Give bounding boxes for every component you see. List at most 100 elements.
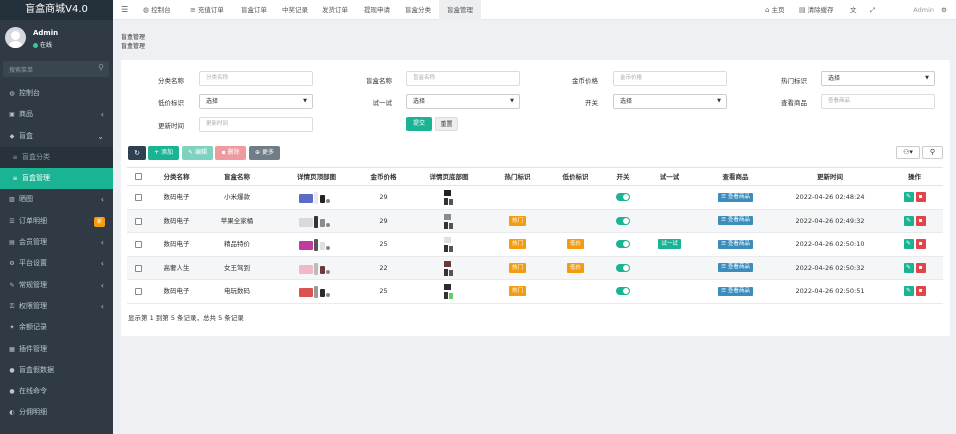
bottom-image-thumbnail[interactable] xyxy=(441,260,457,278)
delete-button[interactable]: ▪ 删除 xyxy=(215,146,246,160)
tab-shipping-orders[interactable]: 发货订单 xyxy=(322,0,348,20)
fullscreen-icon[interactable]: ⤢ xyxy=(870,0,875,20)
col-time[interactable]: 更新时间 xyxy=(773,168,887,186)
col-price[interactable]: 金币价格 xyxy=(358,168,409,186)
sidebar-item-balance[interactable]: ✦ 余额记录 xyxy=(0,317,113,338)
switch-toggle[interactable] xyxy=(616,240,630,249)
table-search-button[interactable]: ⚲ xyxy=(922,146,943,159)
tab-dashboard[interactable]: ◍ 控制台 xyxy=(143,0,171,20)
switch-toggle[interactable] xyxy=(616,193,630,201)
more-button[interactable]: ⊕ 更多 xyxy=(249,146,280,160)
translate-icon[interactable]: 文 xyxy=(850,0,857,20)
row-checkbox[interactable] xyxy=(135,264,142,272)
columns-toggle[interactable]: ⚇▾ xyxy=(896,146,920,159)
sidebar-item-blindbox[interactable]: ◆ 盲盒 ⌄ xyxy=(0,126,113,147)
sidebar-item-blindbox-manage[interactable]: ≡ 盲盒管理 xyxy=(0,168,113,190)
row-edit-button[interactable]: ✎ xyxy=(903,239,914,250)
top-image-thumbnail[interactable] xyxy=(297,189,337,207)
top-image-thumbnail[interactable] xyxy=(297,260,337,278)
view-goods-button[interactable]: ☰ 查看商品 xyxy=(718,286,753,296)
row-edit-button[interactable]: ✎ xyxy=(903,262,914,273)
bottom-image-thumbnail[interactable] xyxy=(441,213,457,231)
row-checkbox[interactable] xyxy=(135,217,142,225)
name-input[interactable]: 盲盒名称 xyxy=(406,71,520,86)
row-delete-button[interactable]: ▪ xyxy=(915,215,926,226)
sidebar-item-blindbox-category[interactable]: ≡ 盲盒分类 xyxy=(0,146,113,169)
col-bottom-image[interactable]: 详情页底部图 xyxy=(409,168,489,186)
menu-search-input[interactable]: 搜索菜单 ⚲ xyxy=(3,61,109,77)
sidebar-item-general[interactable]: ✎ 常规管理 ‹ xyxy=(0,275,113,296)
switch-toggle[interactable] xyxy=(616,287,630,296)
row-delete-button[interactable]: ▪ xyxy=(915,262,926,273)
gear-icon[interactable]: ⚙ xyxy=(941,0,947,20)
row-edit-button[interactable]: ✎ xyxy=(903,215,914,226)
clear-cache-button[interactable]: ▤ 清除缓存 xyxy=(799,0,834,20)
sidebar-item-plugins[interactable]: ▦ 插件管理 xyxy=(0,339,113,360)
row-edit-button[interactable]: ✎ xyxy=(903,192,914,202)
refresh-button[interactable]: ↻ xyxy=(128,146,146,160)
add-button[interactable]: + 添加 xyxy=(148,146,179,160)
view-goods-button[interactable]: ☰ 查看商品 xyxy=(718,216,753,226)
row-checkbox[interactable] xyxy=(135,241,142,249)
col-try[interactable]: 试一试 xyxy=(642,168,697,186)
avatar[interactable] xyxy=(5,27,26,48)
row-checkbox[interactable] xyxy=(135,288,142,296)
view-goods-button[interactable]: ☰ 查看商品 xyxy=(718,192,753,202)
sidebar-item-goods[interactable]: ▣ 商品 ‹ xyxy=(0,104,113,125)
row-delete-button[interactable]: ▪ xyxy=(915,239,926,250)
row-checkbox[interactable] xyxy=(135,194,142,201)
tab-blindbox-orders[interactable]: 盲盒订单 xyxy=(241,0,267,20)
col-low[interactable]: 低价标识 xyxy=(549,168,602,186)
time-input[interactable]: 更新时间 xyxy=(199,117,313,132)
category-input[interactable]: 分类名称 xyxy=(199,71,313,86)
price-input[interactable]: 金币价格 xyxy=(613,71,727,86)
bottom-image-thumbnail[interactable] xyxy=(441,236,457,254)
sidebar-item-command[interactable]: ● 在线命令 xyxy=(0,381,113,402)
try-select[interactable]: 选择 xyxy=(406,94,520,109)
hot-select[interactable]: 选择 xyxy=(821,71,935,86)
tab-withdraw[interactable]: 提现申请 xyxy=(364,0,390,20)
top-image-thumbnail[interactable] xyxy=(297,283,337,301)
bottom-image-thumbnail[interactable] xyxy=(441,189,457,207)
menu-toggle-icon[interactable]: ☰ xyxy=(121,0,128,20)
col-actions[interactable]: 操作 xyxy=(887,168,942,186)
tab-blindbox-category[interactable]: 盲盒分类 xyxy=(405,0,431,20)
sidebar-item-dashboard[interactable]: ◍ 控制台 xyxy=(0,83,113,104)
view-goods-button[interactable]: ☰ 查看商品 xyxy=(718,263,753,273)
top-image-thumbnail[interactable] xyxy=(297,236,337,254)
view-goods-button[interactable]: ☰ 查看商品 xyxy=(718,239,753,249)
row-delete-button[interactable]: ▪ xyxy=(915,192,926,202)
switch-select[interactable]: 选择 xyxy=(613,94,727,109)
submit-button[interactable]: 提交 xyxy=(406,117,432,131)
tab-recharge-orders[interactable]: ≡ 充值订单 xyxy=(190,0,224,20)
sidebar-item-permissions[interactable]: ⚿ 权限管理 ‹ xyxy=(0,296,113,317)
bottom-image-thumbnail[interactable] xyxy=(441,283,457,301)
top-image-thumbnail[interactable] xyxy=(297,213,337,231)
sidebar-item-gallery[interactable]: ▨ 晒图 ‹ xyxy=(0,189,113,210)
col-top-image[interactable]: 详情页顶部图 xyxy=(274,168,359,186)
row-edit-button[interactable]: ✎ xyxy=(903,286,914,297)
switch-toggle[interactable] xyxy=(616,263,630,272)
col-view[interactable]: 查看商品 xyxy=(697,168,774,186)
col-hot[interactable]: 热门标识 xyxy=(491,168,544,186)
col-name[interactable]: 盲盒名称 xyxy=(207,168,267,186)
search-icon[interactable]: ⚲ xyxy=(98,63,104,72)
col-category[interactable]: 分类名称 xyxy=(150,168,203,186)
col-switch[interactable]: 开关 xyxy=(606,168,640,186)
switch-toggle[interactable] xyxy=(616,216,630,225)
sidebar-item-platform-settings[interactable]: ⚙ 平台设置 ‹ xyxy=(0,253,113,274)
edit-button[interactable]: ✎ 编辑 xyxy=(182,146,213,160)
low-select[interactable]: 选择 xyxy=(199,94,313,109)
tab-blindbox-manage[interactable]: 盲盒管理 xyxy=(439,0,481,20)
sidebar-item-members[interactable]: ▤ 会员管理 ‹ xyxy=(0,232,113,253)
sidebar-item-orders[interactable]: ☰ 订单明细新 xyxy=(0,211,113,232)
view-input[interactable]: 查看商品 xyxy=(821,94,935,109)
reset-button[interactable]: 重置 xyxy=(435,117,458,131)
sidebar-item-fake-data[interactable]: ● 盲盒假数据 xyxy=(0,360,113,381)
row-delete-button[interactable]: ▪ xyxy=(915,286,926,297)
sidebar-item-commission[interactable]: ◐ 分佣明细 xyxy=(0,402,113,423)
home-link[interactable]: ⌂ 主页 xyxy=(765,0,784,20)
tab-prize-records[interactable]: 中奖记录 xyxy=(282,0,308,20)
select-all-checkbox[interactable] xyxy=(135,173,142,180)
admin-menu[interactable]: Admin xyxy=(892,0,934,20)
